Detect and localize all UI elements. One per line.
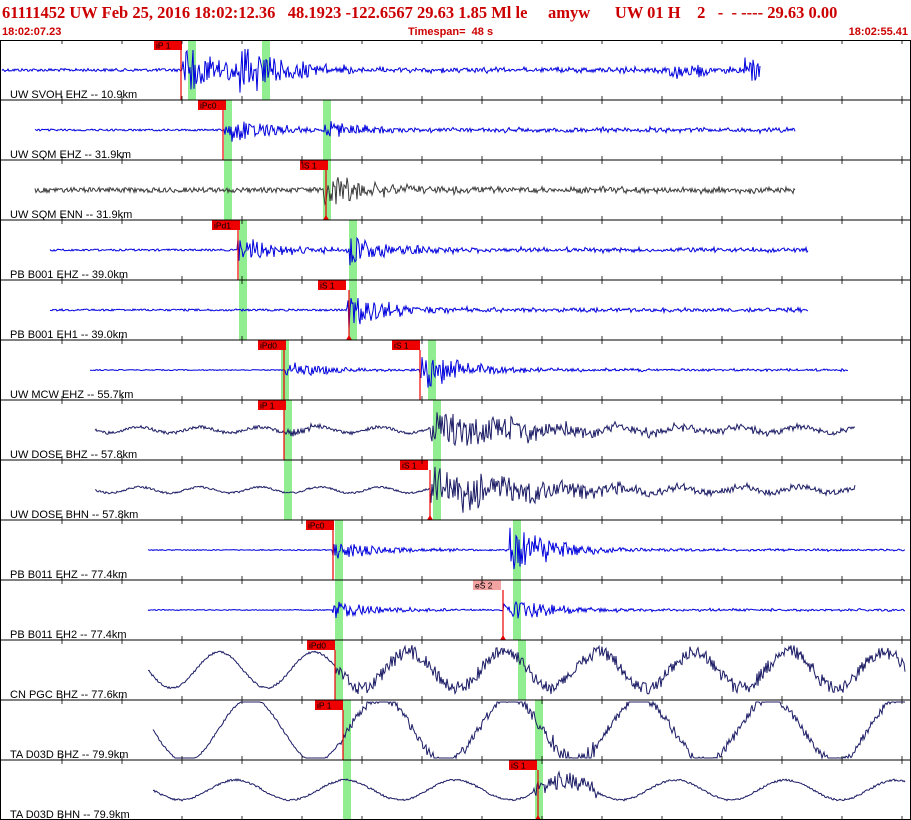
waveform-trace <box>90 357 849 388</box>
waveform-trace <box>49 297 809 329</box>
pick-label: iPd0 <box>309 641 326 651</box>
waveform-trace <box>152 700 905 760</box>
theoretical-arrival-marker <box>433 400 441 460</box>
pick-label: iS 1 <box>302 161 317 171</box>
waveform-trace <box>94 466 856 513</box>
channel-label: UW SQM EHZ -- 31.9km <box>10 149 131 161</box>
waveform-trace <box>34 121 796 142</box>
seismogram-panels[interactable]: iP 1 UW SVOH EHZ -- 10.9km iPc0 UW SQM EHZ … <box>0 40 911 820</box>
theoretical-arrival-marker <box>343 760 351 820</box>
channel-label: UW SQM ENN -- 31.9km <box>10 209 132 221</box>
pick-label: iS 1 <box>402 461 417 471</box>
waveform-trace <box>34 177 796 206</box>
pick-label: iPd0 <box>260 341 277 351</box>
channel-label: UW SVOH EHZ -- 10.9km <box>10 89 137 101</box>
channel-label: UW MCW EHZ -- 55.7km <box>10 389 133 401</box>
waveform-trace <box>94 412 856 447</box>
waveform-trace <box>152 770 906 802</box>
channel-panel[interactable]: iS 1 PB B001 EH1 -- 39.0km <box>0 279 911 341</box>
event-title: 61111452 UW Feb 25, 2016 18:02:12.36 48.… <box>2 3 838 22</box>
record-header: 61111452 UW Feb 25, 2016 18:02:12.36 48.… <box>0 0 911 40</box>
theoretical-arrival-marker <box>284 460 292 520</box>
theoretical-arrival-marker <box>335 580 343 640</box>
channel-panel[interactable]: iPd1 PB B001 EHZ -- 39.0km <box>0 219 911 281</box>
waveform-trace <box>1 48 761 93</box>
timespan-label: Timespan= 48 s <box>408 26 494 38</box>
pick-label: iPd1 <box>214 221 231 231</box>
waveform-trace <box>147 600 905 619</box>
channel-label: CN PGC BHZ -- 77.6km <box>10 689 127 701</box>
pick-label: iPc0 <box>200 101 217 111</box>
channel-panel[interactable]: iP 1 TA D03D BHZ -- 79.9km <box>0 699 911 761</box>
channel-label: TA D03D BHN -- 79.9km <box>10 809 130 820</box>
pick-triangle <box>500 635 506 640</box>
pick-label: iP 1 <box>260 401 275 411</box>
channel-panel[interactable]: iPc0 UW SQM EHZ -- 31.9km <box>0 99 911 161</box>
channel-label: UW DOSE BHZ -- 57.8km <box>10 449 137 461</box>
pick-label: eS 2 <box>475 581 493 591</box>
channel-panel[interactable]: iP 1 UW SVOH EHZ -- 10.9km <box>0 40 911 101</box>
theoretical-arrival-marker <box>518 640 526 700</box>
channel-label: UW DOSE BHN -- 57.8km <box>10 509 138 521</box>
channel-label: TA D03D BHZ -- 79.9km <box>10 749 128 761</box>
channel-panel[interactable]: iPd0 CN PGC BHZ -- 77.6km <box>0 639 911 701</box>
channel-panel[interactable]: iS 1 UW SQM ENN -- 31.9km <box>0 159 911 221</box>
pick-label: iP 1 <box>156 41 171 51</box>
waveform-trace <box>147 527 906 570</box>
channel-label: PB B011 EHZ -- 77.4km <box>10 569 127 581</box>
channel-panel[interactable]: eS 2 PB B011 EH2 -- 77.4km <box>0 579 911 641</box>
pick-label: iS 1 <box>394 341 409 351</box>
pick-triangle <box>427 515 433 520</box>
channel-panel[interactable]: iP 1 UW DOSE BHZ -- 57.8km <box>0 399 911 461</box>
channel-panel[interactable]: iS 1 UW DOSE BHN -- 57.8km <box>0 459 911 521</box>
start-time: 18:02:07.23 <box>2 26 62 38</box>
pick-label: iPc0 <box>308 521 325 531</box>
pick-label: iS 1 <box>320 281 335 291</box>
pick-label: iS 1 <box>511 761 526 771</box>
channel-panel[interactable]: iS 1 TA D03D BHN -- 79.9km <box>0 759 911 820</box>
channel-panel[interactable]: iPd0 iS 1 UW MCW EHZ -- 55.7km <box>0 339 911 401</box>
channel-label: PB B011 EH2 -- 77.4km <box>10 629 127 641</box>
channel-label: PB B001 EHZ -- 39.0km <box>10 269 128 281</box>
end-time: 18:02:55.41 <box>848 26 908 38</box>
waveform-trace <box>49 236 809 266</box>
waveform-trace <box>147 644 906 695</box>
channel-label: PB B001 EH1 -- 39.0km <box>10 329 127 341</box>
channel-panel[interactable]: iPc0 PB B011 EHZ -- 77.4km <box>0 519 911 581</box>
pick-label: iP 1 <box>317 701 332 711</box>
